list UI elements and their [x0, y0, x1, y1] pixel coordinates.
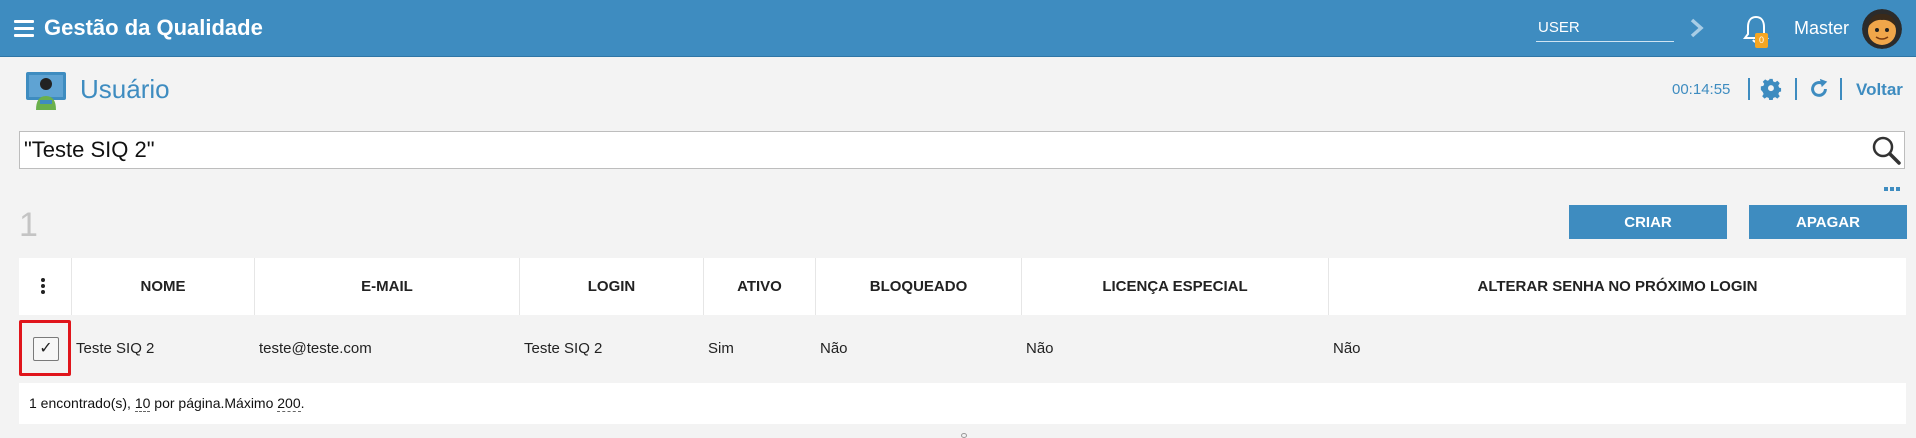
cell-ativo: Sim	[708, 340, 734, 357]
page-title: Usuário	[80, 74, 170, 104]
chevron-right-icon[interactable]	[1686, 16, 1708, 40]
footer-end: .	[300, 395, 305, 411]
cell-bloqueado: Não	[820, 340, 848, 357]
more-options-icon[interactable]	[1884, 178, 1902, 191]
per-page-text: por página.Máximo	[150, 395, 278, 411]
scroll-indicator	[961, 433, 967, 438]
cell-alterar-senha: Não	[1333, 340, 1361, 357]
column-header-login[interactable]: LOGIN	[519, 258, 703, 315]
app-title: Gestão da Qualidade	[44, 15, 263, 40]
separator	[1795, 78, 1797, 100]
create-button[interactable]: CRIAR	[1569, 205, 1727, 239]
column-menu-header[interactable]	[19, 258, 71, 315]
column-menu-icon[interactable]	[41, 278, 47, 296]
results-count: 1	[19, 206, 38, 244]
per-page-selector[interactable]: 10	[134, 395, 151, 412]
user-name[interactable]: Master	[1794, 18, 1849, 39]
max-selector[interactable]: 200	[277, 395, 301, 412]
user-search-input[interactable]	[1536, 14, 1674, 42]
gear-icon[interactable]	[1760, 78, 1782, 100]
user-monitor-icon	[26, 72, 66, 110]
user-avatar[interactable]	[1862, 9, 1902, 49]
search-input[interactable]	[22, 134, 1862, 166]
table-row[interactable]: Teste SIQ 2 teste@teste.com Teste SIQ 2 …	[19, 315, 1906, 383]
column-header-bloqueado[interactable]: BLOQUEADO	[815, 258, 1021, 315]
column-header-licenca-especial[interactable]: LICENÇA ESPECIAL	[1021, 258, 1328, 315]
refresh-icon[interactable]	[1808, 78, 1830, 100]
back-link[interactable]: Voltar	[1856, 80, 1903, 100]
notification-badge: 0	[1755, 33, 1768, 48]
column-header-email[interactable]: E-MAIL	[254, 258, 519, 315]
column-header-alterar-senha[interactable]: ALTERAR SENHA NO PRÓXIMO LOGIN	[1328, 258, 1906, 315]
found-text: 1 encontrado(s),	[29, 395, 135, 411]
cell-licenca-especial: Não	[1026, 340, 1054, 357]
search-icon[interactable]	[1871, 135, 1901, 165]
search-box	[19, 131, 1905, 169]
delete-button[interactable]: APAGAR	[1749, 205, 1907, 239]
cell-nome: Teste SIQ 2	[76, 340, 155, 357]
column-header-nome[interactable]: NOME	[71, 258, 254, 315]
cell-email: teste@teste.com	[259, 340, 372, 357]
table-header: NOME E-MAIL LOGIN ATIVO BLOQUEADO LICENÇ…	[19, 258, 1906, 315]
table-footer: 1 encontrado(s), 10 por página.Máximo 20…	[19, 383, 1906, 424]
separator	[1840, 78, 1842, 100]
top-bar: Gestão da Qualidade 0 Master	[0, 0, 1916, 57]
cell-login: Teste SIQ 2	[524, 340, 603, 357]
column-header-ativo[interactable]: ATIVO	[703, 258, 815, 315]
session-timer: 00:14:55	[1672, 81, 1731, 98]
separator	[1748, 78, 1750, 100]
hamburger-menu-icon[interactable]	[14, 20, 34, 37]
row-checkbox[interactable]: ✓	[33, 337, 59, 361]
